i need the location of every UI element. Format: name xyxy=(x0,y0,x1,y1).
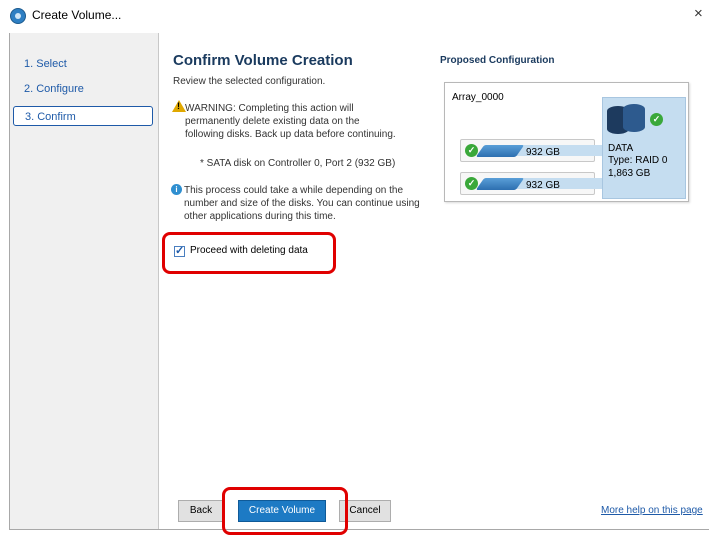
proposed-config-title: Proposed Configuration xyxy=(440,55,555,66)
disk-size-label: 932 GB xyxy=(526,147,560,158)
create-volume-button[interactable]: Create Volume xyxy=(238,500,326,522)
info-text: This process could take a while dependin… xyxy=(184,185,420,222)
disk-size-label: 932 GB xyxy=(526,180,560,191)
proceed-checkbox-label[interactable]: Proceed with deleting data xyxy=(190,245,308,256)
database-icon xyxy=(607,104,653,136)
cancel-button[interactable]: Cancel xyxy=(339,500,391,522)
info-icon: i xyxy=(171,184,182,195)
warning-text: WARNING: Completing this action will per… xyxy=(185,103,396,140)
sidebar-item-configure[interactable]: 2. Configure xyxy=(13,79,153,99)
volume-check-icon: ✓ xyxy=(650,113,663,126)
proceed-checkbox[interactable] xyxy=(174,244,185,257)
sidebar: 1. Select 2. Configure 3. Confirm xyxy=(10,33,159,529)
volume-size: 1,863 GB xyxy=(608,168,651,179)
array-name: Array_0000 xyxy=(452,92,504,103)
disk-icon xyxy=(475,178,525,190)
window-title: Create Volume... xyxy=(32,8,122,22)
sidebar-item-select[interactable]: 1. Select xyxy=(13,54,153,74)
volume-name: DATA xyxy=(608,143,634,154)
page-title: Confirm Volume Creation xyxy=(173,52,353,69)
app-icon xyxy=(10,8,26,24)
sidebar-item-confirm[interactable]: 3. Confirm xyxy=(13,106,153,126)
disk-line: * SATA disk on Controller 0, Port 2 (932… xyxy=(200,158,396,169)
disk-icon xyxy=(475,145,525,157)
check-icon: ✓ xyxy=(465,144,478,157)
help-link[interactable]: More help on this page xyxy=(601,505,709,516)
volume-type: Type: RAID 0 xyxy=(608,155,668,166)
check-icon: ✓ xyxy=(465,177,478,190)
back-button[interactable]: Back xyxy=(178,500,224,522)
warning-icon xyxy=(172,100,186,112)
page-subtitle: Review the selected configuration. xyxy=(173,76,326,87)
close-icon[interactable]: × xyxy=(694,5,703,22)
